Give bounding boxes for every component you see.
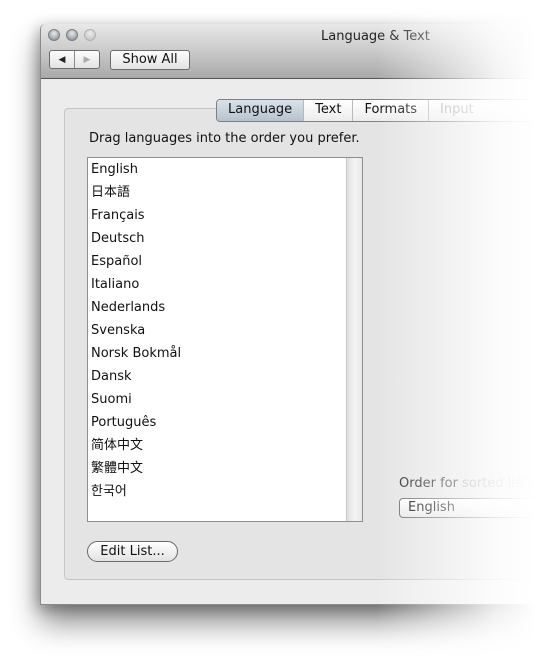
- tab-bar: Language Text Formats Input Sources: [216, 99, 536, 122]
- scrollbar-track[interactable]: [346, 158, 362, 521]
- edit-list-button[interactable]: Edit List...: [87, 541, 178, 562]
- language-list-item[interactable]: Français: [88, 204, 362, 227]
- show-all-button[interactable]: Show All: [110, 50, 190, 70]
- language-list-item[interactable]: 한국어: [88, 480, 362, 503]
- language-list[interactable]: English 日本語 Français Deutsch Español Italiano…: [87, 157, 363, 522]
- language-list-item[interactable]: Português: [88, 411, 362, 434]
- back-arrow-icon: ◀: [58, 54, 66, 65]
- language-list-item[interactable]: Norsk Bokmål: [88, 342, 362, 365]
- tab-input-sources[interactable]: Input Sources: [429, 100, 536, 121]
- forward-button[interactable]: ▶: [74, 51, 99, 68]
- language-list-item[interactable]: Italiano: [88, 273, 362, 296]
- window-title: Language & Text: [321, 29, 430, 44]
- tab-formats[interactable]: Formats: [353, 100, 430, 121]
- tab-language[interactable]: Language: [217, 100, 305, 121]
- minimize-window-button[interactable]: [66, 29, 78, 41]
- zoom-window-button[interactable]: [84, 29, 96, 41]
- language-list-item[interactable]: Nederlands: [88, 296, 362, 319]
- instruction-text: Drag languages into the order you prefer…: [89, 131, 360, 146]
- language-list-item[interactable]: Deutsch: [88, 227, 362, 250]
- forward-arrow-icon: ▶: [83, 54, 91, 65]
- language-list-item[interactable]: 繁體中文: [88, 457, 362, 480]
- sort-order-label-rest: sorted lists: [462, 476, 534, 491]
- history-nav: ◀ ▶: [49, 50, 100, 69]
- language-list-item[interactable]: Dansk: [88, 365, 362, 388]
- language-list-item[interactable]: Español: [88, 250, 362, 273]
- language-items: English 日本語 Français Deutsch Español Italiano…: [88, 158, 362, 503]
- language-list-item[interactable]: 日本語: [88, 181, 362, 204]
- language-list-item[interactable]: Svenska: [88, 319, 362, 342]
- title-bar: Language & Text ◀ ▶ Show All: [41, 24, 536, 79]
- tab-text[interactable]: Text: [304, 100, 354, 121]
- preferences-window: Language & Text ◀ ▶ Show All Language Te…: [40, 24, 536, 605]
- language-list-item[interactable]: Suomi: [88, 388, 362, 411]
- sort-order-select[interactable]: English: [399, 498, 536, 518]
- sort-order-label: Order for sorted lists: [399, 476, 534, 491]
- sort-order-label-start: Order for: [399, 476, 463, 491]
- close-window-button[interactable]: [48, 29, 60, 41]
- back-button[interactable]: ◀: [50, 51, 74, 68]
- language-list-item[interactable]: English: [88, 158, 362, 181]
- window-controls: [48, 29, 96, 41]
- language-list-item[interactable]: 简体中文: [88, 434, 362, 457]
